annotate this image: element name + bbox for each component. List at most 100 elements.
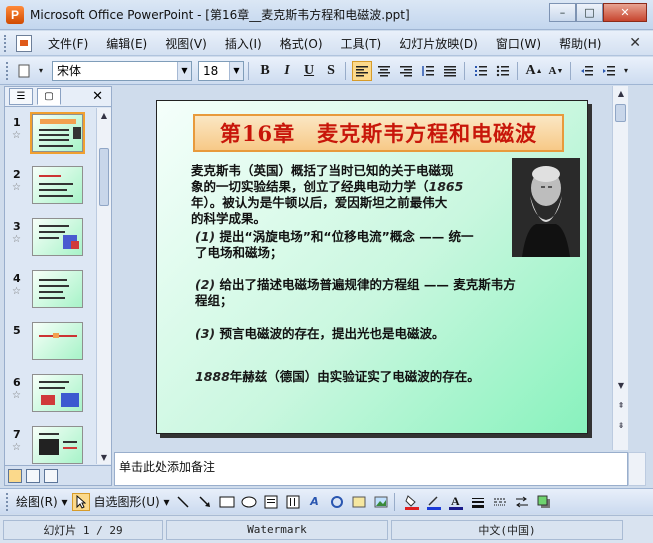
align-left-icon[interactable]: [352, 60, 372, 81]
intro-paragraph[interactable]: 麦克斯韦（英国）概括了当时已知的关于电磁现 象的一切实验结果，创立了经典电动力学…: [191, 163, 511, 227]
slide-thumbnail[interactable]: 7 ☆: [5, 424, 97, 464]
slide-thumbnail[interactable]: 3 ☆: [5, 216, 97, 262]
italic-button[interactable]: I: [277, 61, 297, 81]
diagram-icon[interactable]: [328, 493, 346, 511]
fill-color-icon[interactable]: [403, 493, 421, 511]
preview-text-line: [39, 387, 65, 389]
select-pointer-icon[interactable]: [71, 492, 90, 511]
line-style-icon[interactable]: [469, 493, 487, 511]
scrollbar-thumb[interactable]: [615, 104, 626, 122]
hertz-line[interactable]: 1888年赫兹（德国）由实验证实了电磁波的存在。: [195, 369, 555, 385]
menu-help[interactable]: 帮助(H): [557, 33, 603, 54]
line-tool-icon[interactable]: [174, 493, 192, 511]
arrow-tool-icon[interactable]: [196, 493, 214, 511]
menu-file[interactable]: 文件(F): [46, 33, 90, 54]
distributed-align-icon[interactable]: [440, 61, 460, 81]
slideshow-view-icon[interactable]: [44, 468, 58, 483]
oval-tool-icon[interactable]: [240, 493, 258, 511]
shadow-button[interactable]: S: [321, 61, 341, 81]
menu-window[interactable]: 窗口(W): [494, 33, 543, 54]
decrease-indent-icon[interactable]: [577, 61, 597, 81]
powerpoint-app-icon[interactable]: P: [6, 5, 24, 24]
rectangle-tool-icon[interactable]: [218, 493, 236, 511]
point-2[interactable]: (2) 给出了描述电磁场普遍规律的方程组 —— 麦克斯韦方 程组；: [195, 277, 565, 309]
scrollbar-thumb[interactable]: [99, 148, 109, 206]
point-3-number: (3): [195, 326, 216, 341]
scroll-up-icon[interactable]: ▲: [614, 86, 628, 100]
slide-thumbnail[interactable]: 1 ☆: [5, 112, 97, 158]
decrease-font-size-icon[interactable]: A ▼: [546, 61, 566, 81]
notes-scrollbar[interactable]: [628, 452, 646, 486]
slide-title[interactable]: 第16章 麦克斯韦方程和电磁波: [193, 114, 564, 152]
previous-slide-icon[interactable]: ⇞: [614, 398, 628, 412]
bold-button[interactable]: B: [255, 61, 275, 81]
notes-pane[interactable]: 单击此处添加备注: [114, 452, 628, 486]
increase-font-size-icon[interactable]: A ▲: [524, 61, 544, 81]
clip-art-icon[interactable]: [350, 493, 368, 511]
close-window-button[interactable]: ✕: [603, 3, 647, 22]
numbering-icon[interactable]: [471, 61, 491, 81]
slide-sorter-view-icon[interactable]: [26, 468, 40, 483]
line-spacing-icon[interactable]: [418, 61, 438, 81]
menu-insert[interactable]: 插入(I): [223, 33, 264, 54]
preview-text-line: [39, 279, 67, 281]
restore-button[interactable]: □: [576, 3, 603, 22]
slides-pane-scrollbar[interactable]: ▲ ▼: [96, 108, 111, 464]
slide-thumbnail[interactable]: 5: [5, 320, 97, 366]
align-center-icon[interactable]: [374, 61, 394, 81]
arrow-style-icon[interactable]: [513, 493, 531, 511]
chevron-down-icon[interactable]: ▼: [177, 61, 191, 80]
wordart-icon[interactable]: A: [306, 493, 324, 511]
shadow-style-icon[interactable]: [535, 493, 553, 511]
document-icon[interactable]: [16, 34, 32, 52]
menu-format[interactable]: 格式(O): [278, 33, 325, 54]
menu-tools[interactable]: 工具(T): [339, 33, 384, 54]
vertical-text-box-icon[interactable]: [284, 493, 302, 511]
hertz-text: 年赫兹（德国）由实验证实了电磁波的存在。: [229, 369, 480, 384]
slide-number: 3: [13, 220, 21, 233]
menu-edit[interactable]: 编辑(E): [104, 33, 149, 54]
autoshapes-menu-button[interactable]: 自选图形(U) ▾: [94, 493, 170, 510]
tab-slides[interactable]: ▢: [37, 88, 61, 105]
toolbar-grip-handle[interactable]: [6, 492, 12, 511]
text-box-icon[interactable]: [262, 493, 280, 511]
draw-menu-button[interactable]: 绘图(R) ▾: [16, 493, 68, 510]
slide-thumbnail[interactable]: 4 ☆: [5, 268, 97, 314]
insert-picture-icon[interactable]: [372, 493, 390, 511]
close-pane-icon[interactable]: ✕: [92, 89, 103, 104]
close-document-icon[interactable]: ✕: [629, 35, 641, 51]
slide-scrollbar[interactable]: ▲ ▼ ⇞ ⇟: [612, 86, 628, 450]
current-slide[interactable]: 第16章 麦克斯韦方程和电磁波 麦克斯韦（英国）概括了当时已知的关于电磁现 象的…: [156, 100, 588, 434]
scroll-down-icon[interactable]: ▼: [97, 450, 111, 464]
next-slide-icon[interactable]: ⇟: [614, 418, 628, 432]
new-slide-icon[interactable]: [14, 61, 34, 81]
font-color-icon[interactable]: A: [447, 493, 465, 511]
font-name-select[interactable]: 宋体 ▼: [52, 60, 192, 81]
menu-slideshow[interactable]: 幻灯片放映(D): [397, 33, 480, 54]
scroll-down-icon[interactable]: ▼: [614, 378, 628, 392]
slide-thumbnail[interactable]: 2 ☆: [5, 164, 97, 210]
point-1[interactable]: (1) 提出“涡旋电场”和“位移电流”概念 —— 统一 了电场和磁场；: [195, 229, 505, 261]
toolbar-separator: [464, 61, 465, 80]
underline-button[interactable]: U: [299, 61, 319, 81]
line-color-icon[interactable]: [425, 493, 443, 511]
slide-thumbnail[interactable]: 6 ☆: [5, 372, 97, 418]
bullets-icon[interactable]: [493, 61, 513, 81]
minimize-button[interactable]: –: [549, 3, 576, 22]
toolbar-options-icon[interactable]: ▾: [36, 61, 46, 81]
tab-outline[interactable]: ☰: [9, 88, 33, 105]
font-size-select[interactable]: 18 ▼: [198, 60, 244, 81]
toolbar-options-icon[interactable]: ▾: [621, 61, 631, 81]
chevron-down-icon[interactable]: ▼: [229, 61, 243, 80]
scroll-up-icon[interactable]: ▲: [97, 108, 111, 122]
toolbar-grip-handle[interactable]: [6, 61, 12, 80]
increase-indent-icon[interactable]: [599, 61, 619, 81]
menu-grip-handle[interactable]: [4, 34, 12, 52]
align-right-icon[interactable]: [396, 61, 416, 81]
maxwell-portrait[interactable]: [512, 158, 580, 257]
menu-view[interactable]: 视图(V): [163, 33, 209, 54]
preview-text-line: [39, 139, 69, 141]
dash-style-icon[interactable]: [491, 493, 509, 511]
point-3[interactable]: (3) 预言电磁波的存在，提出光也是电磁波。: [195, 326, 555, 342]
normal-view-icon[interactable]: [8, 468, 22, 483]
